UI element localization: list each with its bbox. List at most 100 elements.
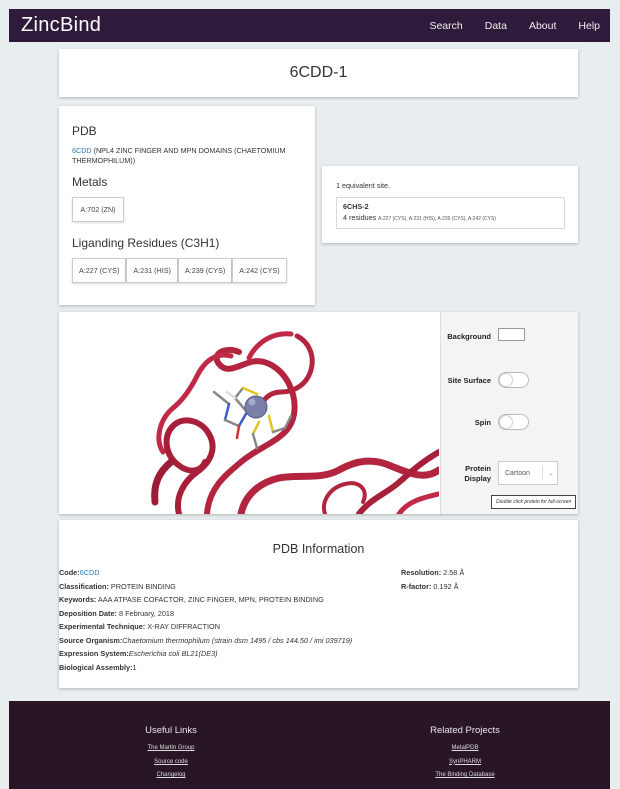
- toggle-knob: [500, 374, 512, 386]
- protein-display-value: Cartoon: [505, 469, 530, 477]
- residues-heading: Liganding Residues (C3H1): [72, 236, 220, 250]
- assembly-value: 1: [132, 662, 137, 672]
- footer-link-synpharm[interactable]: SynPHARM: [415, 756, 515, 770]
- rfactor-value: 0.192 Å: [431, 581, 459, 591]
- viewer-controls: Background Site Surface Spin Protein Dis…: [440, 312, 578, 514]
- background-color-picker[interactable]: [498, 328, 525, 341]
- deposition-value: 8 February, 2018: [116, 608, 175, 618]
- footer-link-martin-group[interactable]: The Martin Group: [121, 742, 221, 756]
- page-footer: Useful Links The Martin Group Source cod…: [9, 701, 610, 789]
- metals-heading: Metals: [72, 175, 108, 189]
- ribbon-strand: [258, 333, 315, 415]
- ribbon-strand: [396, 491, 442, 514]
- keywords-row: Keywords: AAA ATPASE COFACTOR, ZINC FING…: [59, 593, 389, 607]
- expression-value: Escherichia coli BL21(DE3): [128, 649, 218, 658]
- rfactor-row: R-factor: 0.192 Å: [401, 580, 571, 594]
- residue-chip[interactable]: A:242 (CYS): [232, 258, 287, 283]
- residue-chip[interactable]: A:231 (HIS): [126, 258, 178, 283]
- zinc-atom: [244, 395, 268, 419]
- classification-row: Classification: PROTEIN BINDING: [59, 580, 389, 594]
- pdb-info-left-column: Code:6CDD Classification: PROTEIN BINDIN…: [59, 566, 389, 674]
- related-projects-heading: Related Projects: [430, 725, 500, 736]
- rfactor-label: R-factor:: [401, 581, 432, 591]
- nav-help[interactable]: Help: [578, 20, 600, 32]
- footer-link-source-code[interactable]: Source code: [121, 756, 221, 770]
- assembly-row: Biological Assembly:1: [59, 661, 389, 675]
- structure-viewer: Background Site Surface Spin Protein Dis…: [59, 312, 578, 514]
- technique-value: X-RAY DIFFRACTION: [145, 622, 220, 631]
- protein-display-label-line1: Protein: [465, 464, 491, 473]
- residues-list: A:227 (CYS) A:231 (HIS) A:239 (CYS) A:24…: [72, 258, 302, 283]
- pdb-title: (NPL4 ZINC FINGER AND MPN DOMAINS (CHAET…: [72, 146, 286, 165]
- pdb-code-link[interactable]: 6CDD: [72, 146, 92, 155]
- deposition-label: Deposition Date:: [59, 608, 117, 618]
- equivalent-count: 1 equivalent site.: [336, 181, 390, 190]
- ribbon-strand: [322, 481, 367, 514]
- pdb-heading: PDB: [72, 124, 97, 138]
- residue-chip[interactable]: A:227 (CYS): [72, 258, 127, 283]
- footer-link-metalpdb[interactable]: MetalPDB: [415, 742, 515, 756]
- ribbon-strand: [246, 331, 294, 361]
- chevron-down-icon: ⌄: [548, 470, 554, 477]
- useful-links-heading: Useful Links: [145, 725, 197, 736]
- select-divider: [542, 466, 543, 480]
- expression-row: Expression System:Escherichia coli BL21(…: [59, 647, 389, 661]
- expression-label: Expression System:: [59, 649, 129, 658]
- technique-row: Experimental Technique: X-RAY DIFFRACTIO…: [59, 620, 389, 634]
- protein-display-label-line2: Display: [464, 474, 491, 483]
- pdb-info-right-column: Resolution: 2.58 Å R-factor: 0.192 Å: [401, 566, 571, 593]
- equivalent-residue-count: 4 residues: [343, 213, 377, 222]
- deposition-row: Deposition Date: 8 February, 2018: [59, 607, 389, 621]
- resolution-label: Resolution:: [401, 568, 442, 577]
- keywords-label: Keywords:: [59, 595, 97, 604]
- brand-logo[interactable]: ZincBind: [21, 14, 101, 37]
- site-info-card: PDB 6CDD (NPL4 ZINC FINGER AND MPN DOMAI…: [59, 106, 315, 305]
- fullscreen-hint: Double click protein for full-screen: [491, 495, 577, 509]
- ribbon-strand: [151, 458, 175, 506]
- useful-links-column: Useful Links The Martin Group Source cod…: [121, 725, 221, 783]
- metals-list: A:702 (ZN): [72, 197, 302, 222]
- page-title: 6CDD-1: [289, 64, 348, 81]
- keywords-value: AAA ATPASE COFACTOR, ZINC FINGER, MPN, P…: [96, 595, 324, 604]
- protein-ribbon-render: [151, 331, 443, 514]
- technique-label: Experimental Technique:: [59, 622, 146, 631]
- footer-link-binding-database[interactable]: The Binding Database: [415, 769, 515, 783]
- toggle-knob: [500, 416, 512, 428]
- equivalent-site-residues: 4 residues A:227 (CYS), A:231 (HIS), A:2…: [343, 213, 558, 222]
- assembly-label: Biological Assembly:: [59, 662, 133, 672]
- nav-data[interactable]: Data: [485, 20, 507, 32]
- organism-value: Chaetomium thermophilum (strain dsm 1495…: [122, 635, 353, 645]
- equivalent-site-code[interactable]: 6CHS-2: [343, 202, 558, 211]
- site-surface-toggle[interactable]: [498, 372, 529, 388]
- equivalent-site-item[interactable]: 6CHS-2 4 residues A:227 (CYS), A:231 (HI…: [336, 197, 565, 229]
- pdb-info-code-link[interactable]: 6CDD: [80, 568, 100, 577]
- molecule-canvas[interactable]: [59, 312, 443, 514]
- top-navbar: ZincBind Search Data About Help: [9, 9, 610, 42]
- equivalent-sites-card: 1 equivalent site. 6CHS-2 4 residues A:2…: [322, 166, 578, 243]
- code-label: Code:: [59, 568, 80, 577]
- related-projects-column: Related Projects MetalPDB SynPHARM The B…: [415, 725, 515, 783]
- pdb-info-heading: PDB Information: [272, 542, 365, 556]
- equivalent-residue-list: A:227 (CYS), A:231 (HIS), A:239 (CYS), A…: [378, 216, 496, 222]
- nav-menu: Search Data About Help: [429, 20, 600, 32]
- footer-link-changelog[interactable]: Changelog: [121, 769, 221, 783]
- organism-row: Source Organism:Chaetomium thermophilum …: [59, 634, 389, 648]
- ribbon-strand: [163, 417, 216, 514]
- resolution-row: Resolution: 2.58 Å: [401, 566, 571, 580]
- nav-about[interactable]: About: [529, 20, 556, 32]
- spin-label: Spin: [474, 418, 491, 427]
- site-surface-label: Site Surface: [447, 376, 491, 385]
- classification-label: Classification:: [59, 581, 109, 591]
- residue-chip[interactable]: A:239 (CYS): [177, 258, 233, 283]
- resolution-value: 2.58 Å: [441, 568, 465, 577]
- organism-label: Source Organism:: [59, 635, 123, 645]
- pdb-information-card: PDB Information Code:6CDD Classification…: [59, 520, 578, 688]
- classification-value: PROTEIN BINDING: [108, 581, 176, 591]
- site-title-card: 6CDD-1: [59, 49, 578, 97]
- metal-chip[interactable]: A:702 (ZN): [72, 197, 124, 222]
- protein-display-select[interactable]: Cartoon ⌄: [498, 461, 558, 485]
- protein-display-label: Protein Display: [441, 464, 491, 484]
- spin-toggle[interactable]: [498, 414, 529, 430]
- nav-search[interactable]: Search: [429, 20, 462, 32]
- pdb-code-row: Code:6CDD: [59, 566, 389, 580]
